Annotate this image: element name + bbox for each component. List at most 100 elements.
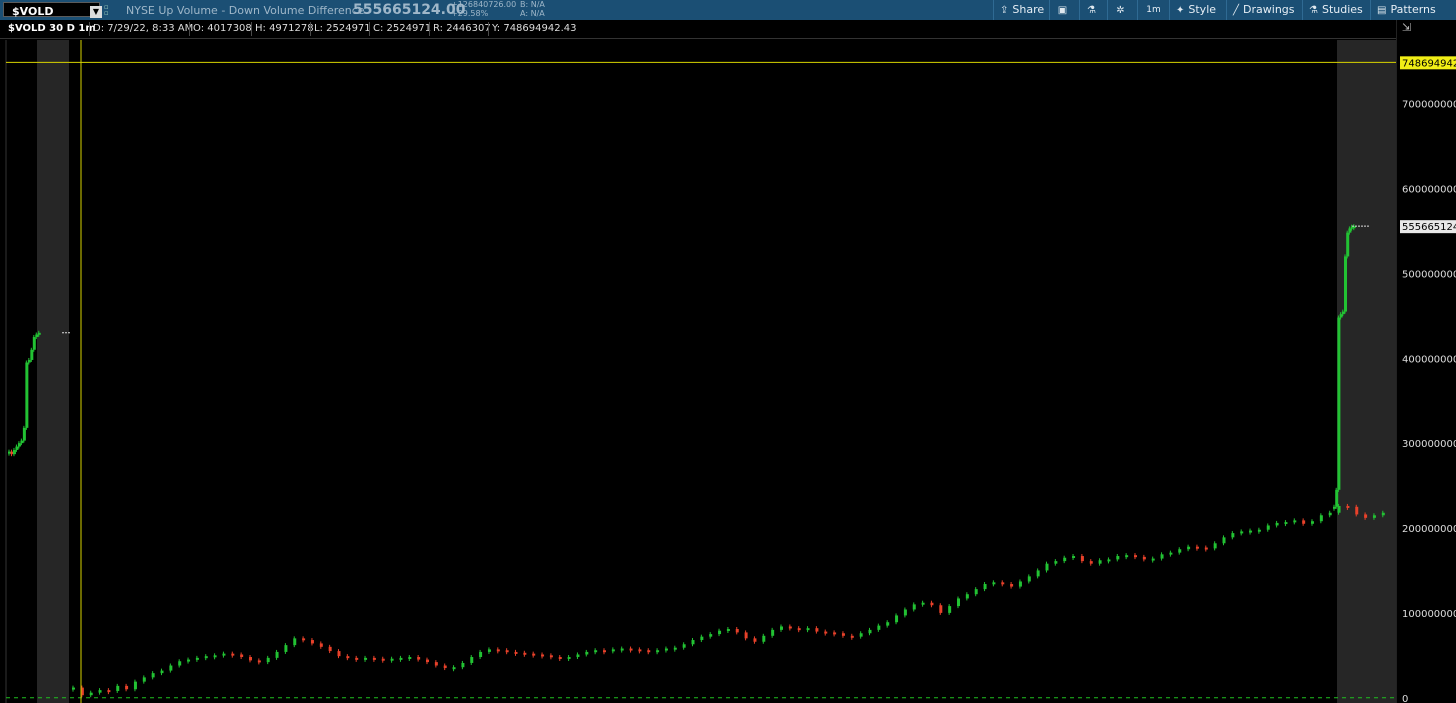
session-candle bbox=[505, 650, 509, 653]
session-candle bbox=[1319, 515, 1323, 522]
session-candle bbox=[1151, 558, 1155, 561]
session-candle bbox=[771, 629, 775, 636]
y-tick-label: 500000000 bbox=[1402, 269, 1456, 280]
session-candle bbox=[726, 629, 730, 632]
session-candle bbox=[355, 657, 359, 660]
session-candle bbox=[72, 687, 75, 690]
session-candle bbox=[443, 665, 447, 669]
session-candle bbox=[797, 628, 801, 631]
premarket-candle bbox=[25, 362, 29, 428]
session-candle bbox=[585, 651, 589, 655]
session-candle bbox=[160, 670, 164, 674]
session-candle bbox=[452, 667, 456, 670]
session-candle bbox=[125, 685, 129, 690]
session-candle bbox=[903, 609, 907, 616]
session-candle bbox=[1293, 520, 1297, 523]
session-candle bbox=[151, 673, 155, 678]
price-chart[interactable]: 0 100000000 200000000 300000000 400000000 500… bbox=[0, 0, 1456, 703]
session-candle bbox=[240, 654, 244, 658]
afterhours-candle bbox=[1335, 489, 1339, 507]
session-candle bbox=[479, 651, 483, 658]
session-candle bbox=[1116, 556, 1120, 560]
afterhours-candle bbox=[1339, 314, 1343, 318]
session-candle bbox=[1054, 561, 1058, 564]
session-candle bbox=[532, 653, 536, 656]
session-candle bbox=[806, 628, 810, 631]
session-candle bbox=[700, 636, 704, 641]
session-candle bbox=[718, 630, 722, 635]
session-candle bbox=[1355, 506, 1359, 515]
session-candle bbox=[682, 644, 686, 648]
session-candle bbox=[470, 657, 474, 663]
session-candle bbox=[1222, 537, 1226, 544]
session-candle bbox=[974, 589, 978, 595]
session-candle bbox=[549, 655, 553, 658]
session-candle bbox=[1089, 561, 1093, 564]
session-candle bbox=[744, 632, 748, 639]
session-candle bbox=[656, 650, 660, 653]
session-candle bbox=[249, 657, 252, 661]
session-candle bbox=[461, 662, 465, 668]
session-candle bbox=[1178, 549, 1182, 553]
session-candle bbox=[930, 602, 934, 606]
session-candle bbox=[1328, 512, 1332, 516]
session-candle bbox=[319, 643, 323, 647]
session-candle bbox=[691, 640, 695, 645]
session-candle bbox=[886, 622, 890, 626]
session-candle bbox=[1018, 581, 1022, 587]
premarket-candle bbox=[15, 446, 19, 450]
y-tick-label: 0 bbox=[1402, 694, 1408, 703]
session-candle bbox=[1027, 576, 1031, 582]
session-candle bbox=[1275, 522, 1279, 526]
session-candle bbox=[762, 635, 766, 642]
last-price-label: 555665124 bbox=[1402, 222, 1456, 233]
y-tick-label: 400000000 bbox=[1402, 354, 1456, 365]
session-candle bbox=[1195, 546, 1199, 549]
session-candle bbox=[1107, 559, 1111, 562]
session-candle bbox=[213, 655, 217, 658]
session-candle bbox=[965, 594, 969, 599]
session-candle bbox=[939, 605, 943, 613]
session-candle bbox=[1187, 546, 1191, 550]
premarket-candle bbox=[12, 449, 16, 455]
session-candle bbox=[1204, 547, 1208, 550]
session-candle bbox=[1142, 556, 1146, 560]
session-candle bbox=[1045, 563, 1049, 571]
session-candle bbox=[824, 631, 828, 634]
session-candle bbox=[983, 584, 987, 590]
session-candle bbox=[142, 677, 146, 682]
afterhours-candle bbox=[1348, 228, 1352, 233]
session-candle bbox=[558, 657, 562, 660]
session-candle bbox=[1337, 505, 1341, 513]
session-candle bbox=[673, 647, 677, 650]
session-candle bbox=[364, 657, 368, 660]
session-candle bbox=[833, 632, 837, 635]
session-candle bbox=[302, 638, 306, 641]
session-candle bbox=[1372, 515, 1376, 518]
session-candle bbox=[753, 638, 757, 642]
session-candle bbox=[399, 657, 403, 660]
session-candle bbox=[275, 651, 279, 658]
premarket-candle bbox=[30, 349, 34, 360]
session-candle bbox=[594, 650, 598, 653]
session-candle bbox=[195, 657, 199, 660]
session-candle bbox=[576, 654, 580, 658]
afterhours-candle bbox=[1337, 317, 1341, 490]
session-candle bbox=[1302, 520, 1306, 524]
session-candle bbox=[133, 681, 137, 690]
session-candle bbox=[912, 604, 916, 610]
session-candle bbox=[1169, 552, 1173, 555]
session-candle bbox=[1036, 570, 1040, 577]
session-candle bbox=[408, 657, 412, 660]
session-candle bbox=[337, 651, 341, 657]
session-candle bbox=[957, 598, 960, 607]
session-candle bbox=[178, 661, 182, 666]
session-candle bbox=[992, 582, 996, 585]
session-candle bbox=[222, 653, 226, 656]
session-candle bbox=[647, 650, 651, 653]
crosshair-price-label: 748694942 bbox=[1402, 58, 1456, 69]
y-tick-label: 300000000 bbox=[1402, 439, 1456, 450]
session-candle bbox=[487, 649, 491, 652]
session-candle bbox=[1346, 505, 1350, 508]
session-candle bbox=[116, 685, 120, 691]
